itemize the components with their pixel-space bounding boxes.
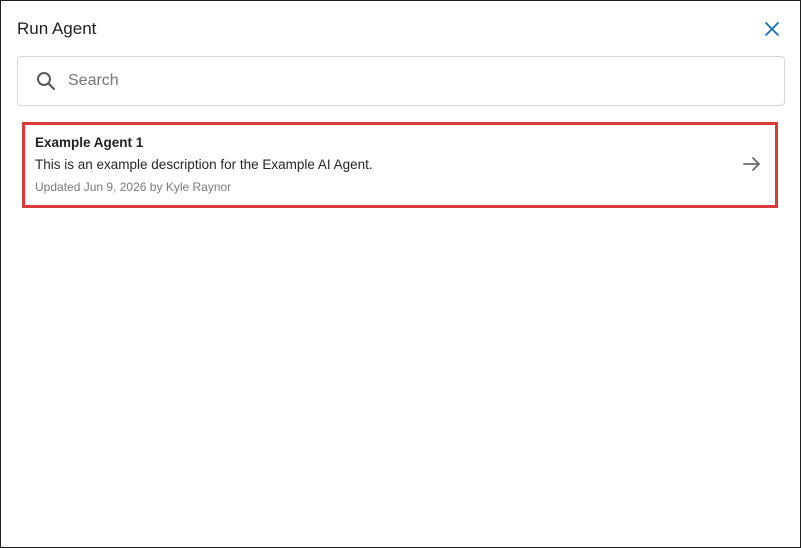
agent-description: This is an example description for the E… (35, 157, 373, 172)
agent-updated-info: Updated Jun 9, 2026 by Kyle Raynor (35, 179, 231, 195)
search-icon (37, 72, 56, 91)
agent-list: Example Agent 1 This is an example descr… (22, 122, 778, 208)
updated-prefix: Updated (35, 180, 81, 194)
updated-date: Jun 9, 2026 (83, 180, 147, 194)
dialog-title: Run Agent (17, 19, 97, 38)
close-icon (765, 22, 779, 36)
list-item[interactable]: Example Agent 1 This is an example descr… (22, 122, 778, 208)
search-input[interactable] (66, 57, 776, 105)
author-name: Kyle Raynor (165, 180, 232, 194)
search-box[interactable] (17, 56, 785, 106)
arrow-right-icon[interactable] (741, 153, 763, 175)
by-label: by (149, 180, 163, 194)
run-agent-dialog: Run Agent Example Agent 1 This is an exa… (0, 0, 801, 548)
agent-name: Example Agent 1 (35, 135, 144, 150)
dialog-header: Run Agent (17, 17, 784, 41)
close-button[interactable] (760, 17, 784, 41)
